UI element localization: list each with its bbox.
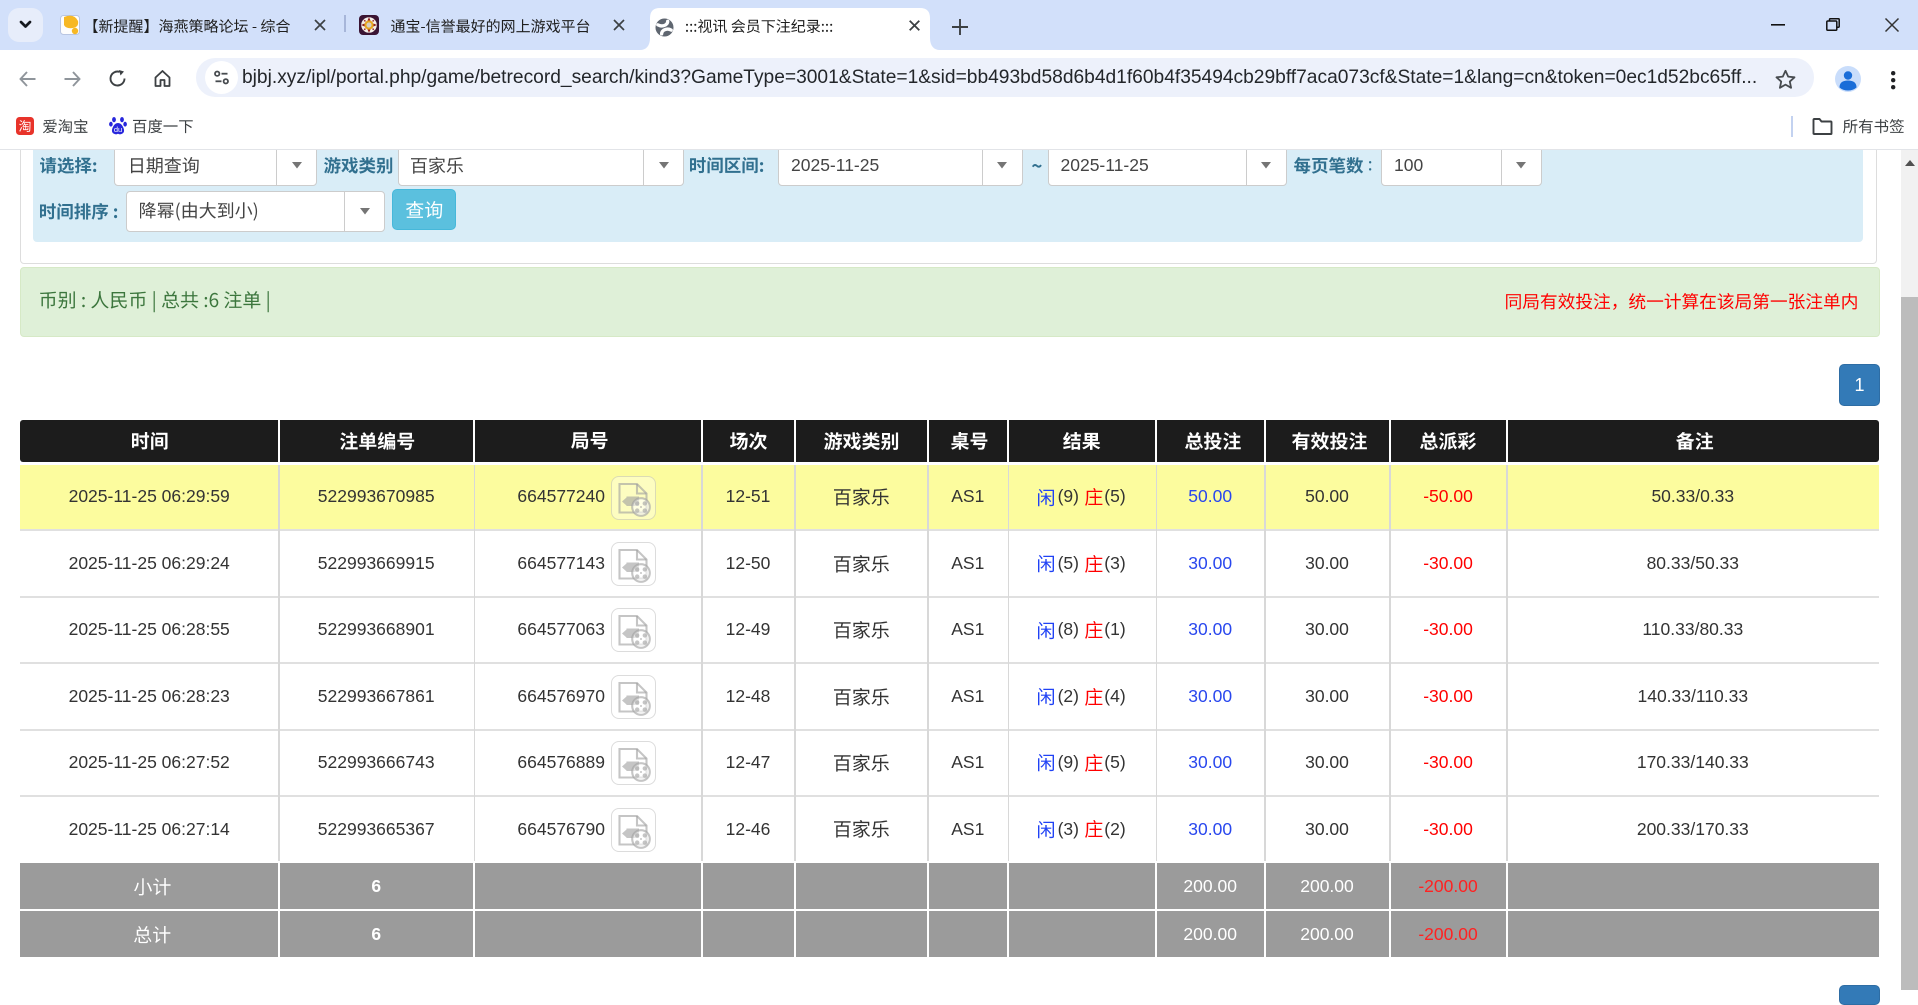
- svg-text:du: du: [114, 125, 122, 134]
